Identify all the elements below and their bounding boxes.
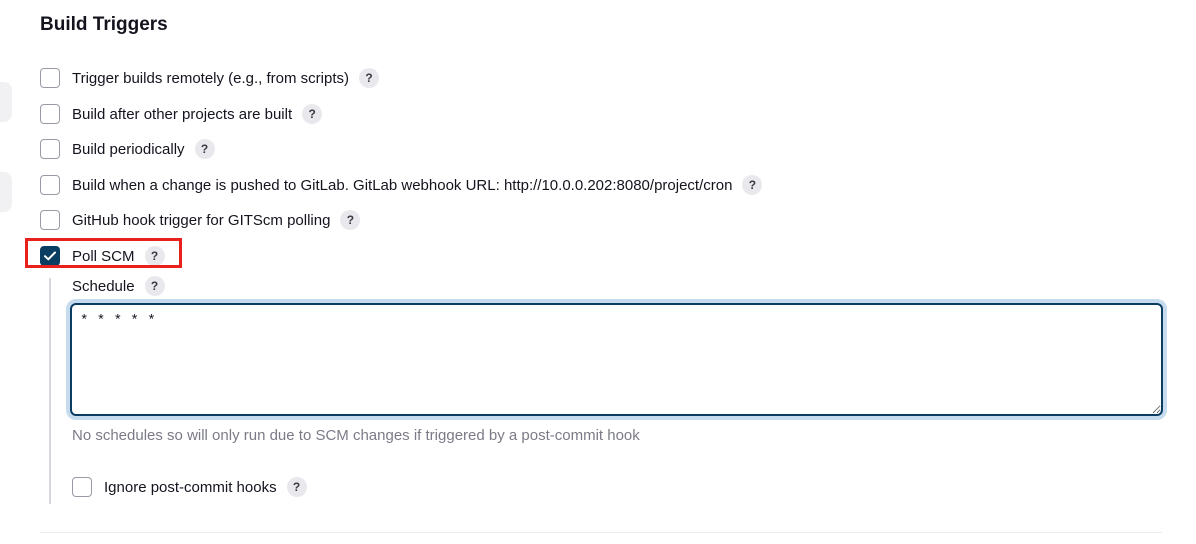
build-periodically-row[interactable]: Build periodically ? [40,138,215,160]
section-divider [40,532,1162,533]
help-icon[interactable]: ? [742,175,763,195]
schedule-label-row: Schedule ? [72,276,165,296]
github-hook-checkbox[interactable] [40,210,60,230]
schedule-textarea-wrapper: * * * * * [70,303,1163,416]
help-icon[interactable]: ? [286,477,307,497]
schedule-hint: No schedules so will only run due to SCM… [72,427,640,444]
build-after-other-row[interactable]: Build after other projects are built ? [40,103,323,125]
build-periodically-checkbox[interactable] [40,139,60,159]
schedule-label: Schedule [72,277,135,295]
trigger-remote-checkbox[interactable] [40,68,60,88]
help-icon[interactable]: ? [302,104,323,124]
trigger-remote-label: Trigger builds remotely (e.g., from scri… [72,69,350,87]
build-after-other-checkbox[interactable] [40,104,60,124]
trigger-remote-row[interactable]: Trigger builds remotely (e.g., from scri… [40,67,380,89]
gitlab-push-checkbox[interactable] [40,175,60,195]
schedule-textarea[interactable]: * * * * * [70,303,1163,416]
ignore-post-commit-checkbox[interactable] [72,477,92,497]
annotation-highlight-box [25,238,182,268]
build-periodically-label: Build periodically [72,140,185,158]
help-icon[interactable]: ? [144,276,165,296]
sidebar-tab[interactable] [0,82,12,122]
help-icon[interactable]: ? [340,210,361,230]
help-icon[interactable]: ? [194,139,215,159]
build-after-other-label: Build after other projects are built [72,105,293,123]
github-hook-row[interactable]: GitHub hook trigger for GITScm polling ? [40,209,361,231]
github-hook-label: GitHub hook trigger for GITScm polling [72,211,331,229]
help-icon[interactable]: ? [359,68,380,88]
gitlab-push-row[interactable]: Build when a change is pushed to GitLab.… [40,174,763,196]
section-title: Build Triggers [40,14,168,35]
ignore-post-commit-label: Ignore post-commit hooks [104,478,277,496]
nested-section-line [49,278,51,504]
gitlab-push-label: Build when a change is pushed to GitLab.… [72,176,733,194]
build-triggers-panel: Build Triggers Trigger builds remotely (… [0,0,1196,544]
sidebar-tab[interactable] [0,172,12,212]
ignore-post-commit-row[interactable]: Ignore post-commit hooks ? [72,476,307,498]
